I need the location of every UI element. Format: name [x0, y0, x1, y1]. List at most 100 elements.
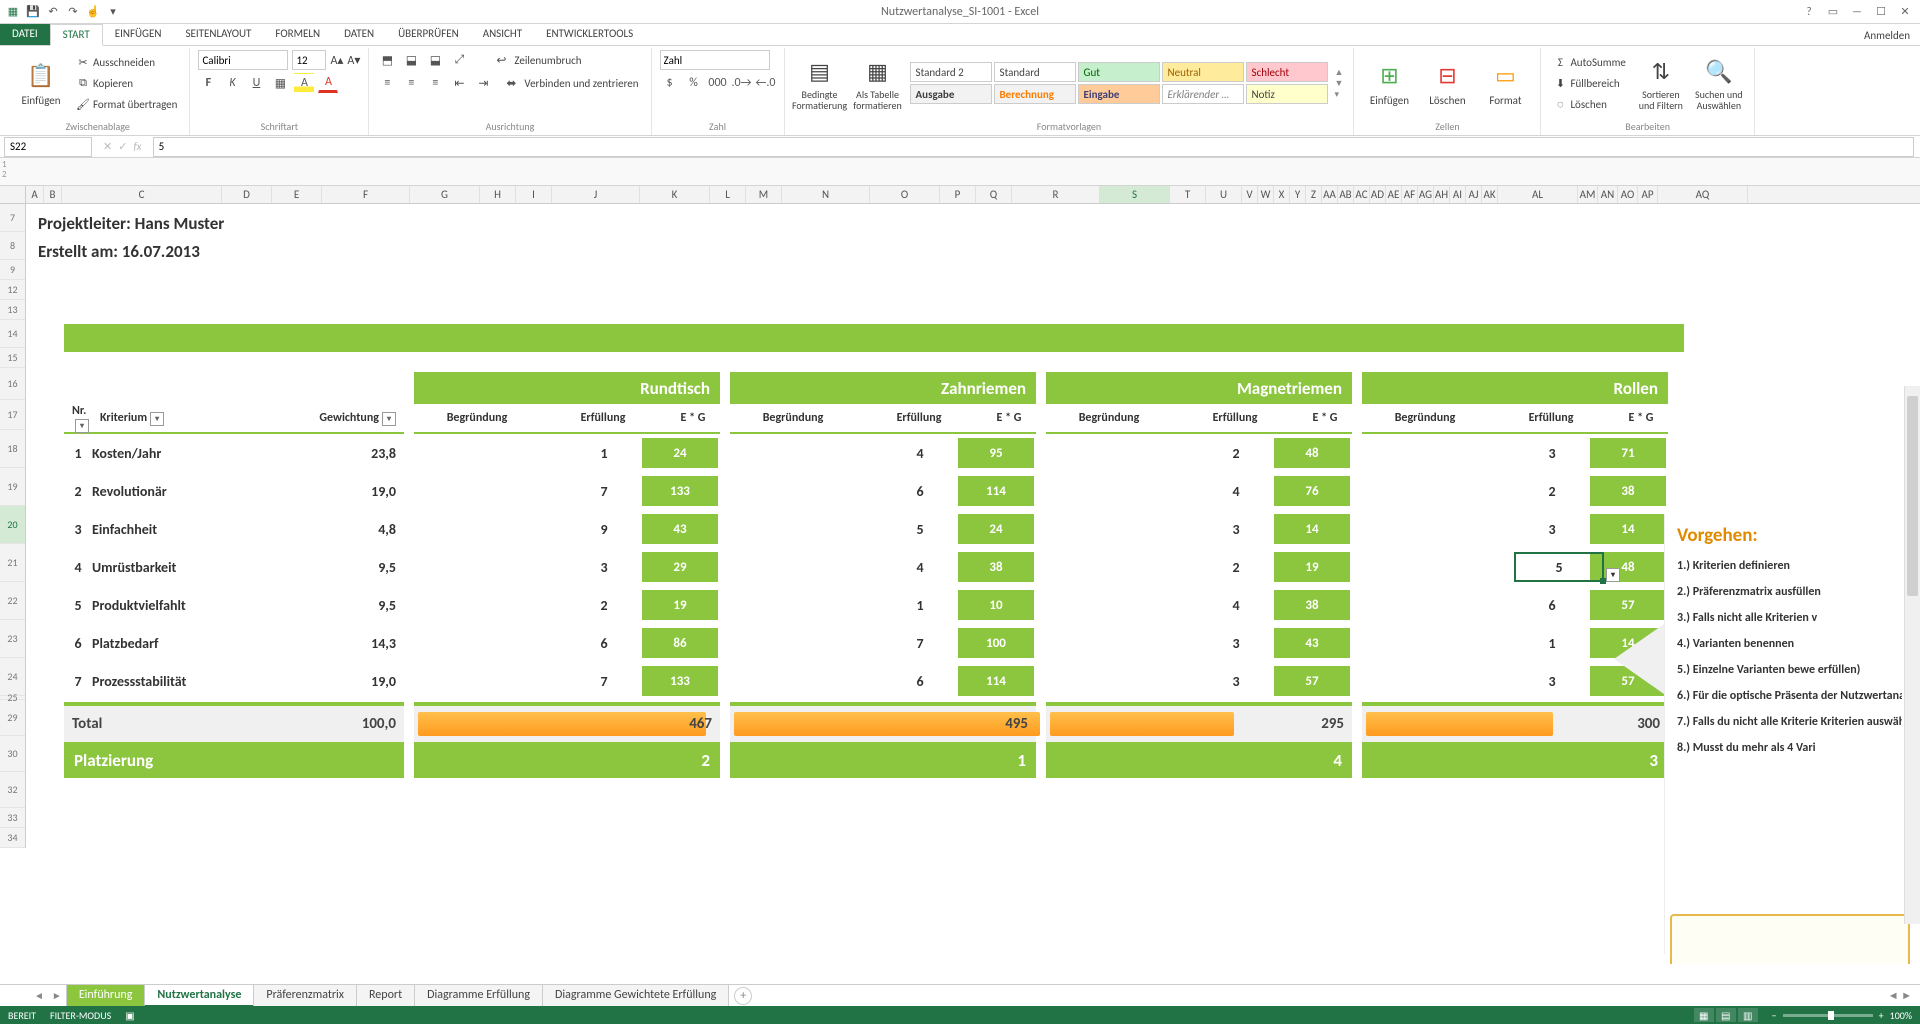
ribbon-tab-ansicht[interactable]: ANSICHT [471, 24, 534, 45]
tab-nav-prev-icon[interactable]: ◄ [30, 989, 48, 1002]
ribbon-tab-start[interactable]: START [50, 24, 103, 46]
align-top-icon[interactable]: ⬒ [377, 50, 397, 70]
minimize-icon[interactable]: — [1846, 3, 1868, 21]
erf-cell[interactable]: 3 [1198, 521, 1274, 538]
align-center-icon[interactable]: ≡ [401, 73, 421, 93]
column-header[interactable]: A [26, 186, 44, 203]
row-header[interactable]: 13 [0, 300, 25, 320]
column-header[interactable]: B [44, 186, 62, 203]
ribbon-tab-daten[interactable]: DATEN [332, 24, 386, 45]
column-header[interactable]: O [870, 186, 940, 203]
sheet-tab[interactable]: Präferenzmatrix [253, 984, 357, 1007]
outline-bar[interactable]: 12 [0, 158, 1920, 186]
page-break-view-icon[interactable]: ▥ [1738, 1008, 1758, 1022]
erf-cell[interactable]: 6 [1514, 597, 1590, 614]
filter-icon[interactable]: ▾ [75, 419, 89, 433]
column-header[interactable]: N [782, 186, 870, 203]
sheet-tab[interactable]: Nutzwertanalyse [144, 984, 254, 1007]
column-header[interactable]: H [480, 186, 516, 203]
column-header[interactable]: AJ [1466, 186, 1482, 203]
cell-styles-gallery[interactable]: Standard 2StandardGutNeutralSchlechtAusg… [909, 61, 1329, 105]
formula-input[interactable] [153, 137, 1914, 157]
column-header[interactable]: AI [1450, 186, 1466, 203]
erf-cell[interactable]: 3 [1198, 635, 1274, 652]
vertical-scrollbar[interactable] [1904, 386, 1920, 924]
column-header[interactable]: AA [1322, 186, 1338, 203]
column-headers[interactable]: ABCDEFGHIJKLMNOPQRSTUVWXYZAAABACADAEAFAG… [0, 186, 1920, 204]
format-cells-button[interactable]: ▭Format [1478, 50, 1532, 116]
wrap-text-button[interactable]: ↩Zeilenumbruch [487, 50, 585, 70]
number-format-input[interactable] [660, 50, 770, 70]
column-header[interactable]: C [62, 186, 222, 203]
row-header[interactable]: 21 [0, 544, 25, 582]
cell-style[interactable]: Eingabe [1078, 84, 1160, 104]
align-left-icon[interactable]: ≡ [377, 73, 397, 93]
column-header[interactable]: L [710, 186, 746, 203]
ribbon-tab-einfügen[interactable]: EINFÜGEN [103, 24, 174, 45]
row-header[interactable]: 15 [0, 348, 25, 368]
sort-filter-button[interactable]: ⇅Sortieren und Filtern [1634, 50, 1688, 116]
cell-style[interactable]: Ausgabe [910, 84, 992, 104]
column-header[interactable]: AE [1386, 186, 1402, 203]
cut-button[interactable]: ✂Ausschneiden [72, 52, 181, 72]
new-sheet-button[interactable]: + [734, 987, 752, 1005]
ribbon-tab-entwicklertools[interactable]: ENTWICKLERTOOLS [534, 24, 645, 45]
sheet-tab[interactable]: Diagramme Erfüllung [414, 984, 543, 1007]
select-all-corner[interactable] [0, 186, 26, 203]
row-header[interactable]: 17 [0, 400, 25, 430]
column-header[interactable]: P [940, 186, 976, 203]
undo-icon[interactable]: ↶ [44, 3, 62, 21]
row-header[interactable]: 8 [0, 232, 25, 260]
font-family-input[interactable] [198, 50, 288, 70]
erf-cell[interactable]: 2 [566, 597, 642, 614]
decrease-decimal-icon[interactable]: ←.0 [756, 73, 776, 93]
merge-center-button[interactable]: ⬌Verbinden und zentrieren [497, 73, 642, 93]
row-header[interactable]: 7 [0, 204, 25, 232]
zoom-out-icon[interactable]: − [1772, 1009, 1777, 1022]
erf-cell[interactable]: 6 [882, 483, 958, 500]
filter-icon[interactable]: ▾ [382, 412, 396, 426]
gallery-more-icon[interactable]: ▾ [1335, 89, 1344, 100]
erf-cell[interactable]: 4 [1198, 597, 1274, 614]
macro-record-icon[interactable]: ▣ [125, 1009, 134, 1022]
row-header[interactable]: 9 [0, 260, 25, 280]
row-header[interactable]: 20 [0, 506, 25, 544]
column-header[interactable]: K [640, 186, 710, 203]
column-header[interactable]: AH [1434, 186, 1450, 203]
column-header[interactable]: AO [1618, 186, 1638, 203]
gallery-up-icon[interactable]: ▲ [1335, 67, 1344, 78]
sheet-tab[interactable]: Diagramme Gewichtete Erfüllung [542, 984, 729, 1007]
erf-cell[interactable]: 3 [1514, 521, 1590, 538]
erf-cell[interactable]: 2 [1198, 559, 1274, 576]
column-header[interactable]: F [322, 186, 410, 203]
column-header[interactable]: E [272, 186, 322, 203]
erf-cell[interactable]: 4 [1198, 483, 1274, 500]
normal-view-icon[interactable]: ▦ [1694, 1008, 1714, 1022]
save-icon[interactable]: 💾 [24, 3, 42, 21]
erf-cell[interactable]: 2 [1514, 483, 1590, 500]
erf-cell[interactable]: 2 [1198, 445, 1274, 462]
column-header[interactable]: S [1100, 186, 1170, 203]
column-header[interactable]: G [410, 186, 480, 203]
fill-color-icon[interactable]: A [294, 73, 314, 93]
delete-cells-button[interactable]: ⊟Löschen [1420, 50, 1474, 116]
zoom-level[interactable]: 100% [1890, 1009, 1912, 1022]
row-header[interactable]: 18 [0, 430, 25, 468]
sheet-tab[interactable]: Einführung [66, 984, 146, 1007]
erf-cell[interactable]: 6 [882, 673, 958, 690]
accounting-icon[interactable]: $ [660, 73, 680, 93]
scrollbar-thumb[interactable] [1907, 396, 1918, 596]
copy-button[interactable]: ⧉Kopieren [72, 73, 181, 93]
erf-cell[interactable]: 3 [1514, 445, 1590, 462]
shrink-font-icon[interactable]: A▾ [347, 53, 360, 68]
erf-cell[interactable]: 3 [1198, 673, 1274, 690]
cell-style[interactable]: Standard [994, 62, 1076, 82]
column-header[interactable]: D [222, 186, 272, 203]
erf-cell[interactable]: 4 [882, 445, 958, 462]
erf-cell[interactable]: 5 [882, 521, 958, 538]
row-header[interactable]: 34 [0, 828, 25, 848]
column-header[interactable]: AD [1370, 186, 1386, 203]
gallery-down-icon[interactable]: ▼ [1335, 78, 1344, 89]
column-header[interactable]: Q [976, 186, 1012, 203]
underline-icon[interactable]: U [246, 73, 266, 93]
